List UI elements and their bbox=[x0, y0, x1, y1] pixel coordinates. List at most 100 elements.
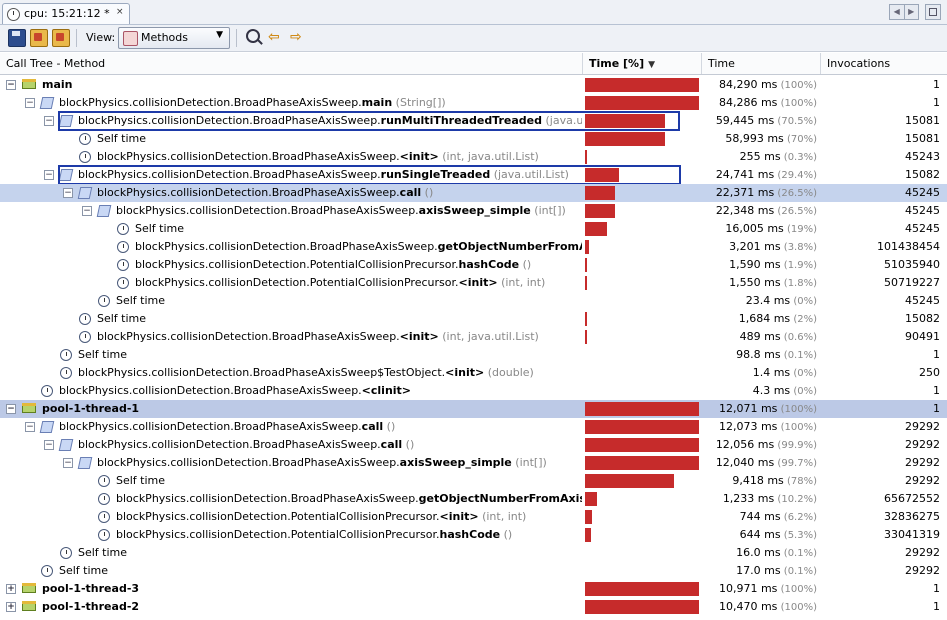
self-time-icon bbox=[117, 277, 129, 289]
scroll-left-icon[interactable]: ◀ bbox=[890, 5, 905, 19]
time-cell: 644 ms (5.3%) bbox=[702, 526, 820, 544]
time-percent-value: (100%) bbox=[777, 602, 817, 613]
collapse-icon[interactable]: − bbox=[6, 80, 16, 90]
time-percent-value: (100%) bbox=[777, 404, 817, 415]
method-label-part: () bbox=[519, 258, 532, 271]
time-value: 84,286 ms bbox=[718, 96, 778, 109]
collapse-icon[interactable]: − bbox=[6, 404, 16, 414]
time-cell: 1,684 ms (2%) bbox=[702, 310, 820, 328]
time-cell: 84,286 ms (100%) bbox=[702, 94, 820, 112]
method-label-part: Self time bbox=[59, 564, 109, 577]
expand-icon[interactable]: + bbox=[6, 602, 16, 612]
method-label: blockPhysics.collisionDetection.BroadPha… bbox=[97, 328, 539, 346]
method-label-part: runSingleTreaded bbox=[380, 168, 491, 181]
method-label-part: blockPhysics.collisionDetection.BroadPha… bbox=[116, 492, 419, 505]
tree-row[interactable]: blockPhysics.collisionDetection.BroadPha… bbox=[0, 490, 947, 508]
save-snapshot-icon[interactable] bbox=[8, 29, 26, 47]
thread-icon bbox=[22, 79, 36, 89]
method-label: blockPhysics.collisionDetection.BroadPha… bbox=[116, 490, 582, 508]
time-cell: 1,590 ms (1.9%) bbox=[702, 256, 820, 274]
tree-row[interactable]: blockPhysics.collisionDetection.BroadPha… bbox=[0, 148, 947, 166]
tree-row[interactable]: blockPhysics.collisionDetection.Potentia… bbox=[0, 256, 947, 274]
tree-row[interactable]: − blockPhysics.collisionDetection.BroadPh… bbox=[0, 418, 947, 436]
method-cell: Self time bbox=[0, 544, 582, 562]
thread-row[interactable]: + pool-1-thread-3 10,971 ms (100%) 1 bbox=[0, 580, 947, 598]
column-header-invocations[interactable]: Invocations bbox=[821, 53, 947, 74]
tree-row[interactable]: Self time 98.8 ms (0.1%) 1 bbox=[0, 346, 947, 364]
time-value: 9,418 ms bbox=[732, 474, 784, 487]
method-cell: − blockPhysics.collisionDetection.BroadPh… bbox=[0, 454, 582, 472]
export-snapshot-icon[interactable] bbox=[30, 29, 48, 47]
collapse-icon[interactable]: − bbox=[25, 422, 35, 432]
collapse-icon[interactable]: − bbox=[44, 170, 54, 180]
method-label-part: axisSweep_simple bbox=[399, 456, 512, 469]
collapse-icon[interactable]: − bbox=[63, 458, 73, 468]
method-label: Self time bbox=[59, 562, 108, 580]
save-image-icon[interactable] bbox=[52, 29, 70, 47]
find-previous-icon[interactable]: ⇦ bbox=[268, 30, 280, 44]
tree-row[interactable]: − blockPhysics.collisionDetection.BroadPh… bbox=[0, 436, 947, 454]
time-percent-bar bbox=[585, 96, 699, 110]
tree-row[interactable]: blockPhysics.collisionDetection.BroadPha… bbox=[0, 238, 947, 256]
method-label: Self time bbox=[116, 292, 165, 310]
maximize-window-button[interactable] bbox=[925, 4, 941, 20]
tree-row[interactable]: blockPhysics.collisionDetection.Potentia… bbox=[0, 526, 947, 544]
tree-row[interactable]: blockPhysics.collisionDetection.BroadPha… bbox=[0, 328, 947, 346]
time-value: 255 ms bbox=[739, 150, 781, 163]
collapse-icon[interactable]: − bbox=[63, 188, 73, 198]
time-percent-value: (100%) bbox=[777, 80, 817, 91]
tree-row[interactable]: − blockPhysics.collisionDetection.BroadPh… bbox=[0, 166, 947, 184]
tree-row[interactable]: − blockPhysics.collisionDetection.BroadPh… bbox=[0, 202, 947, 220]
collapse-icon[interactable]: − bbox=[44, 440, 54, 450]
method-label-part: blockPhysics.collisionDetection.BroadPha… bbox=[78, 366, 446, 379]
tree-row[interactable]: − blockPhysics.collisionDetection.BroadPh… bbox=[0, 184, 947, 202]
method-label-part: <init> bbox=[399, 330, 439, 343]
column-header-method[interactable]: Call Tree - Method bbox=[0, 53, 583, 74]
thread-row[interactable]: − main 84,290 ms (100%) 1 bbox=[0, 76, 947, 94]
time-percent-value: (6.2%) bbox=[780, 512, 817, 523]
collapse-icon[interactable]: − bbox=[25, 98, 35, 108]
tree-row[interactable]: blockPhysics.collisionDetection.Potentia… bbox=[0, 508, 947, 526]
expand-icon[interactable]: + bbox=[6, 584, 16, 594]
method-label-part: main bbox=[42, 78, 73, 91]
tree-row[interactable]: − blockPhysics.collisionDetection.BroadPh… bbox=[0, 112, 947, 130]
collapse-icon[interactable]: − bbox=[44, 116, 54, 126]
scroll-right-icon[interactable]: ▶ bbox=[905, 5, 919, 19]
tab-cpu-snapshot[interactable]: cpu: 15:21:12 * × bbox=[2, 3, 130, 24]
sort-descending-icon: ▼ bbox=[648, 60, 656, 70]
close-tab-icon[interactable]: × bbox=[116, 7, 124, 17]
tree-row[interactable]: − blockPhysics.collisionDetection.BroadPh… bbox=[0, 454, 947, 472]
self-time-icon bbox=[60, 349, 72, 361]
method-cell: Self time bbox=[0, 220, 582, 238]
thread-row[interactable]: − pool-1-thread-1 12,071 ms (100%) 1 bbox=[0, 400, 947, 418]
tree-row[interactable]: Self time 16,005 ms (19%) 45245 bbox=[0, 220, 947, 238]
tree-row[interactable]: Self time 58,993 ms (70%) 15081 bbox=[0, 130, 947, 148]
method-label-part: getObjectNumberFromAxisNumb bbox=[437, 240, 582, 253]
column-header-time-percent[interactable]: Time [%] ▼ bbox=[583, 53, 702, 74]
method-cell: blockPhysics.collisionDetection.BroadPha… bbox=[0, 382, 582, 400]
tree-row[interactable]: blockPhysics.collisionDetection.BroadPha… bbox=[0, 382, 947, 400]
view-select-value: Methods bbox=[141, 31, 188, 44]
time-percent-cell bbox=[583, 400, 701, 418]
tree-row[interactable]: Self time 9,418 ms (78%) 29292 bbox=[0, 472, 947, 490]
time-percent-cell bbox=[583, 112, 701, 130]
tree-row[interactable]: − blockPhysics.collisionDetection.BroadPh… bbox=[0, 94, 947, 112]
column-header-time[interactable]: Time bbox=[702, 53, 821, 74]
find-next-icon[interactable]: ⇨ bbox=[290, 30, 302, 44]
tree-row[interactable]: blockPhysics.collisionDetection.BroadPha… bbox=[0, 364, 947, 382]
method-cell: Self time bbox=[0, 346, 582, 364]
self-time-icon bbox=[117, 223, 129, 235]
tree-row[interactable]: blockPhysics.collisionDetection.Potentia… bbox=[0, 274, 947, 292]
self-time-icon bbox=[79, 151, 91, 163]
tree-row[interactable]: Self time 23.4 ms (0%) 45245 bbox=[0, 292, 947, 310]
find-icon[interactable] bbox=[246, 29, 260, 43]
method-icon bbox=[39, 97, 55, 109]
thread-row[interactable]: + pool-1-thread-2 10,470 ms (100%) 1 bbox=[0, 598, 947, 616]
tree-row[interactable]: Self time 16.0 ms (0.1%) 29292 bbox=[0, 544, 947, 562]
time-percent-bar bbox=[585, 330, 587, 344]
collapse-icon[interactable]: − bbox=[82, 206, 92, 216]
view-select[interactable]: Methods ▼ bbox=[118, 27, 230, 49]
tree-row[interactable]: Self time 17.0 ms (0.1%) 29292 bbox=[0, 562, 947, 580]
time-value: 12,073 ms bbox=[718, 420, 778, 433]
tree-row[interactable]: Self time 1,684 ms (2%) 15082 bbox=[0, 310, 947, 328]
